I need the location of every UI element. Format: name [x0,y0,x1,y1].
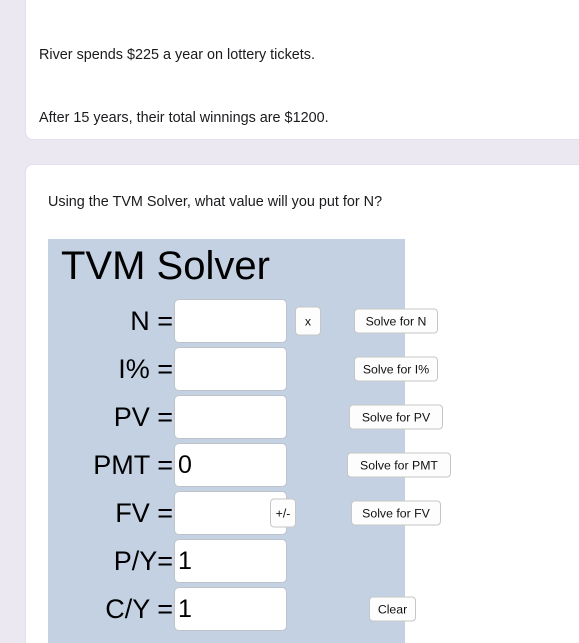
solve-for-n-button[interactable]: Solve for N [354,308,438,334]
tvm-solver-title: TVM Solver [61,244,270,288]
tvm-input-n[interactable] [174,299,287,343]
tvm-input-pv[interactable] [174,395,287,439]
tvm-row-i: I% = Solve for I% [48,345,438,393]
tvm-input-i[interactable] [174,347,287,391]
clear-button[interactable]: Clear [369,596,416,622]
tvm-input-cy[interactable] [174,587,287,631]
tvm-row-cy: C/Y = Clear [48,585,416,633]
tvm-sign-button-n[interactable]: x [295,306,321,336]
problem-statement-card: River spends $225 a year on lottery tick… [25,0,579,378]
solve-for-pmt-button[interactable]: Solve for PMT [347,452,451,478]
solve-for-fv-button[interactable]: Solve for FV [351,500,441,526]
tvm-row-pv: PV = Solve for PV [48,393,443,441]
tvm-label-fv: FV = [115,498,173,528]
solve-for-i-button[interactable]: Solve for I% [354,356,438,382]
question-prompt: Using the TVM Solver, what value will yo… [48,194,383,210]
solve-for-pv-button[interactable]: Solve for PV [349,404,443,430]
tvm-row-py: P/Y= [48,537,405,585]
tvm-row-fv: FV = +/- Solve for FV [48,489,441,537]
tvm-label-cy: C/Y = [105,594,173,624]
tvm-sign-button-fv[interactable]: +/- [270,498,296,528]
tvm-label-py: P/Y= [113,546,173,576]
tvm-input-py[interactable] [174,539,287,583]
tvm-label-i: I% = [118,354,173,384]
tvm-label-pmt: PMT = [93,450,173,480]
tvm-input-pmt[interactable] [174,443,287,487]
page-root: River spends $225 a year on lottery tick… [0,0,579,643]
tvm-label-pv: PV = [113,402,173,432]
question-card: Using the TVM Solver, what value will yo… [25,164,579,643]
tvm-row-pmt: PMT = Solve for PMT [48,441,451,489]
problem-line-1: River spends $225 a year on lottery tick… [39,47,315,63]
tvm-row-n: N = x Solve for N [48,297,438,345]
tvm-label-n: N = [130,306,173,336]
problem-line-2: After 15 years, their total winnings are… [39,110,329,126]
tvm-solver-panel: TVM Solver N = x Solve for N I% = Solve … [48,239,451,643]
